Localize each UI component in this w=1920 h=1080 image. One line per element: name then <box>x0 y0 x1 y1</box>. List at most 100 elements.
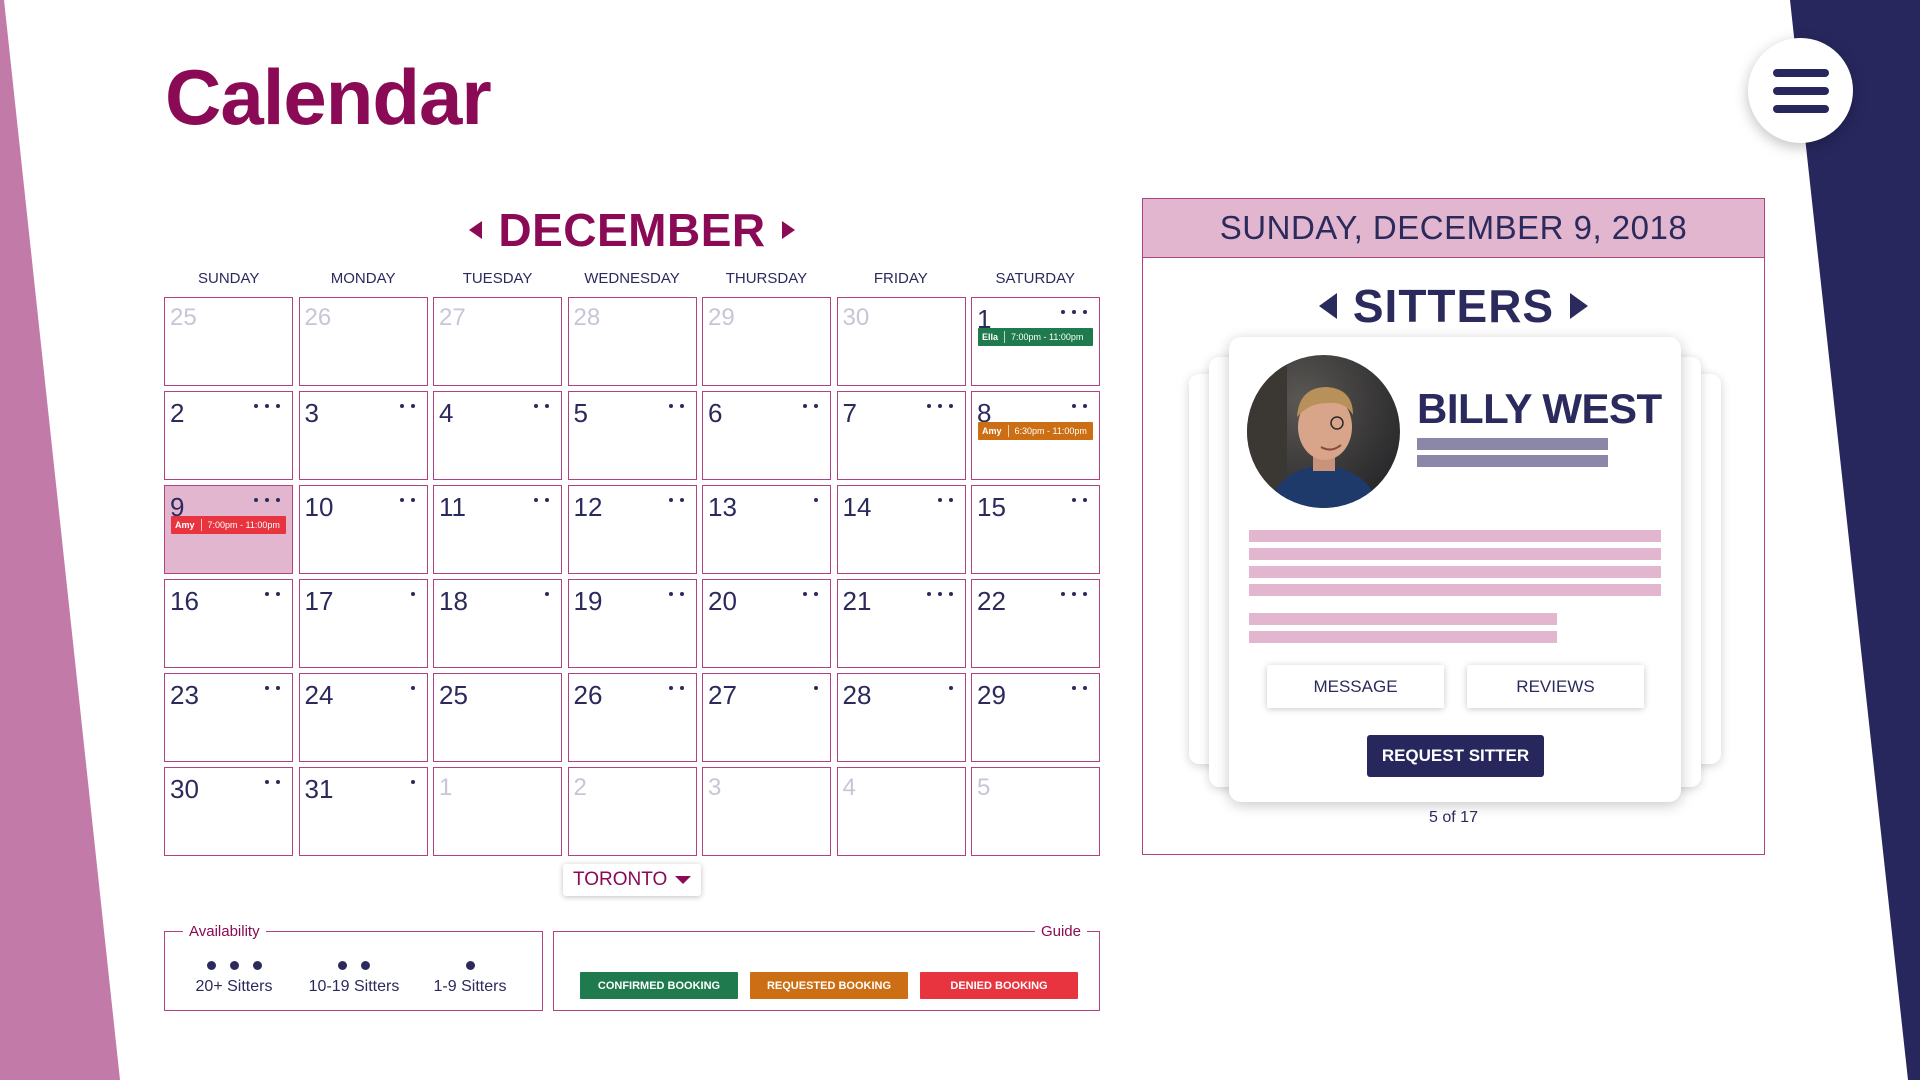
availability-dots <box>545 592 549 596</box>
availability-dot <box>410 592 415 596</box>
day-number: 31 <box>304 774 334 804</box>
calendar-day[interactable]: 27 <box>433 297 562 386</box>
calendar-day[interactable]: 26 <box>567 673 697 762</box>
confirmed-booking-chip[interactable]: Ella 7:00pm - 11:00pm <box>978 328 1093 346</box>
calendar-day[interactable]: 26 <box>298 297 428 386</box>
calendar-day[interactable]: 29 <box>971 673 1100 762</box>
calendar-day[interactable]: 4 <box>433 391 562 480</box>
calendar-day[interactable]: 22 <box>971 579 1100 668</box>
calendar-day[interactable]: 12 <box>567 485 697 574</box>
calendar-day[interactable]: 4 <box>836 767 966 856</box>
requested-booking-chip[interactable]: Amy 6:30pm - 11:00pm <box>978 422 1093 440</box>
calendar-day[interactable]: 16 <box>164 579 293 668</box>
calendar-day[interactable]: 2 <box>567 767 697 856</box>
availability-dot <box>668 404 673 408</box>
availability-dot <box>1072 404 1076 408</box>
day-number: 6 <box>708 398 723 428</box>
prev-sitter-icon[interactable] <box>1318 293 1337 319</box>
day-number: 4 <box>842 774 856 801</box>
availability-dots <box>1061 310 1087 314</box>
availability-dot <box>948 404 953 408</box>
sitter-info-placeholder <box>1417 455 1608 467</box>
day-number: 24 <box>304 680 334 710</box>
guide-legend-title: Guide <box>1040 923 1081 940</box>
calendar-day[interactable]: 13 <box>702 485 831 574</box>
calendar-day[interactable]: 28 <box>567 297 697 386</box>
availability-dot <box>1083 404 1087 408</box>
day-number: 5 <box>977 774 991 801</box>
day-number: 25 <box>439 680 468 710</box>
availability-dot <box>1072 592 1076 596</box>
day-number: 20 <box>708 586 737 616</box>
location-select[interactable]: TORONTO <box>563 864 701 896</box>
calendar-day[interactable]: 5 <box>567 391 697 480</box>
availability-legend: Availability 20+ Sitters 10-19 Sitters 1… <box>164 923 543 1011</box>
calendar-day[interactable]: 23 <box>164 673 293 762</box>
calendar-day[interactable]: 3 <box>298 391 428 480</box>
calendar-day[interactable]: 7 <box>836 391 966 480</box>
calendar-day[interactable]: 15 <box>971 485 1100 574</box>
calendar-day[interactable]: 30 <box>836 297 966 386</box>
availability-dot <box>948 686 953 690</box>
calendar-day[interactable]: 6 <box>702 391 831 480</box>
calendar-day[interactable]: 8 Amy 6:30pm - 11:00pm <box>971 391 1100 480</box>
weekday-label: THURSDAY <box>725 270 808 287</box>
calendar-day[interactable]: 3 <box>702 767 831 856</box>
calendar-day[interactable]: 21 <box>836 579 966 668</box>
availability-dot <box>276 592 280 596</box>
calendar-day[interactable]: 1 <box>433 767 562 856</box>
calendar-day[interactable]: 27 <box>702 673 831 762</box>
availability-dot <box>803 592 807 596</box>
calendar-day[interactable]: 10 <box>298 485 428 574</box>
denied-booking-chip[interactable]: Amy 7:00pm - 11:00pm <box>171 516 286 534</box>
calendar-day[interactable]: 11 <box>433 485 562 574</box>
calendar-day[interactable]: 25 <box>433 673 562 762</box>
availability-dot <box>1083 592 1087 596</box>
next-sitter-icon[interactable] <box>1570 293 1589 319</box>
calendar-day[interactable]: 17 <box>298 579 428 668</box>
prev-month-icon[interactable] <box>469 221 483 239</box>
calendar-day[interactable]: 24 <box>298 673 428 762</box>
calendar-day[interactable]: 2 <box>164 391 293 480</box>
calendar-day[interactable]: 29 <box>702 297 831 386</box>
availability-dots <box>948 686 953 690</box>
availability-dot <box>410 404 415 408</box>
availability-dots <box>814 498 818 502</box>
availability-dots <box>399 498 415 502</box>
next-month-icon[interactable] <box>781 221 795 239</box>
booking-time: 7:00pm - 11:00pm <box>207 520 280 530</box>
day-number: 4 <box>439 398 454 428</box>
availability-dots <box>668 404 684 408</box>
day-number: 18 <box>439 586 468 616</box>
calendar-day[interactable]: 31 <box>298 767 428 856</box>
calendar-day[interactable]: 20 <box>702 579 831 668</box>
selected-date-header: SUNDAY, DECEMBER 9, 2018 <box>1143 199 1764 258</box>
hamburger-menu-icon[interactable] <box>1748 38 1853 143</box>
availability-dot <box>668 498 673 502</box>
calendar-day[interactable]: 18 <box>433 579 562 668</box>
calendar-day[interactable]: 25 <box>164 297 293 386</box>
availability-dot <box>265 404 269 408</box>
availability-dot <box>265 686 269 690</box>
calendar-day[interactable]: 19 <box>567 579 697 668</box>
message-button[interactable]: MESSAGE <box>1267 665 1444 708</box>
availability-dots <box>668 592 684 596</box>
availability-dot <box>361 960 370 970</box>
calendar-day[interactable]: 14 <box>836 485 966 574</box>
availability-dot <box>338 960 347 970</box>
sitter-bio-placeholder <box>1249 631 1557 643</box>
day-number: 26 <box>304 304 332 331</box>
calendar-day-selected[interactable]: 9 Amy 7:00pm - 11:00pm <box>164 485 293 574</box>
availability-dot <box>679 686 684 690</box>
availability-dot <box>229 960 239 970</box>
calendar-day[interactable]: 30 <box>164 767 293 856</box>
calendar-day[interactable]: 5 <box>971 767 1100 856</box>
confirmed-booking-swatch: CONFIRMED BOOKING <box>580 972 738 999</box>
day-number: 29 <box>708 304 735 331</box>
calendar-day[interactable]: 28 <box>836 673 966 762</box>
availability-dots <box>254 498 280 502</box>
request-sitter-button[interactable]: REQUEST SITTER <box>1367 735 1544 777</box>
menu-bar <box>1772 86 1829 95</box>
reviews-button[interactable]: REVIEWS <box>1467 665 1644 708</box>
calendar-day[interactable]: 1 Ella 7:00pm - 11:00pm <box>971 297 1100 386</box>
